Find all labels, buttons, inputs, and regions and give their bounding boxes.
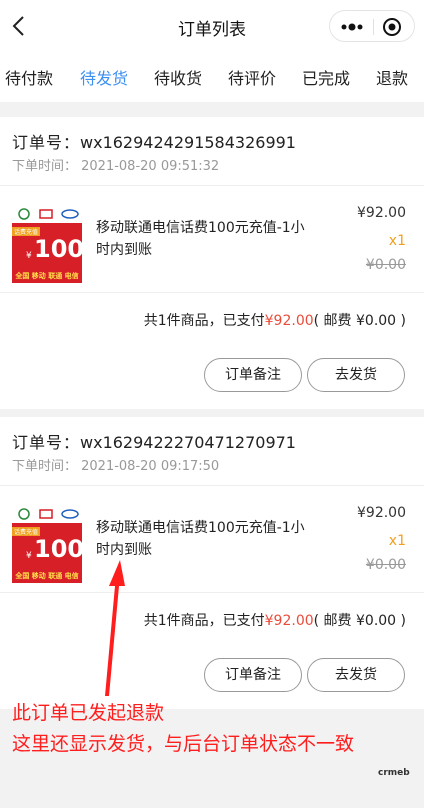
order-time: 下单时间： 2021-08-20 09:51:32 <box>12 159 220 174</box>
watermark-logo: crmeb <box>378 768 410 778</box>
close-target-icon[interactable] <box>382 17 402 37</box>
tab-completed[interactable]: 已完成 <box>302 65 350 89</box>
original-price: ¥0.00 <box>365 257 406 273</box>
mini-program-capsule <box>329 10 415 42</box>
order-card: 订单号：wx1629424291584326991 下单时间： 2021-08-… <box>0 117 424 409</box>
goods-quantity: x1 <box>388 533 406 549</box>
divider <box>0 185 424 186</box>
order-status-tabs: 待付款 待发货 待收货 待评价 已完成 退款 <box>0 52 424 102</box>
more-dots-icon[interactable] <box>337 17 367 37</box>
divider <box>0 292 424 293</box>
goods-banner: 话费充值 ¥ 100 全国 移动 联通 电信 <box>12 223 84 283</box>
order-note-button[interactable]: 订单备注 <box>204 658 302 692</box>
tab-pending-shipment[interactable]: 待发货 <box>80 65 128 89</box>
tab-refund[interactable]: 退款 <box>376 65 408 89</box>
tab-pending-receipt[interactable]: 待收货 <box>154 65 202 89</box>
tab-pending-payment[interactable]: 待付款 <box>5 65 53 89</box>
tab-pending-review[interactable]: 待评价 <box>228 65 276 89</box>
divider <box>0 485 424 486</box>
annotation-arrow-icon <box>105 560 125 696</box>
order-number: 订单号：wx1629424291584326991 <box>12 133 296 152</box>
goods-banner: 话费充值 ¥ 100 全国 移动 联通 电信 <box>12 523 84 583</box>
order-summary: 共1件商品，已支付¥92.00( 邮费 ¥0.00 ) <box>143 613 406 629</box>
order-note-button[interactable]: 订单备注 <box>204 358 302 392</box>
goods-name[interactable]: 移动联通电信话费100元充值-1小时内到账 <box>96 517 306 561</box>
order-summary: 共1件商品，已支付¥92.00( 邮费 ¥0.00 ) <box>143 313 406 329</box>
goods-thumbnail[interactable]: 话费充值 ¥ 100 全国 移动 联通 电信 <box>12 205 84 291</box>
order-time: 下单时间： 2021-08-20 09:17:50 <box>12 459 220 474</box>
divider <box>0 592 424 593</box>
annotation-text: 此订单已发起退款 <box>12 702 165 724</box>
carrier-logos-icon <box>18 508 79 520</box>
goods-quantity: x1 <box>388 233 406 249</box>
ship-button[interactable]: 去发货 <box>307 658 405 692</box>
order-number: 订单号：wx1629422270471270971 <box>12 433 296 452</box>
capsule-divider <box>373 19 374 35</box>
nav-bar: 订单列表 <box>0 0 424 52</box>
carrier-logos-icon <box>18 208 79 220</box>
goods-price: ¥92.00 <box>357 205 406 221</box>
order-card: 订单号：wx1629422270471270971 下单时间： 2021-08-… <box>0 417 424 709</box>
goods-name[interactable]: 移动联通电信话费100元充值-1小时内到账 <box>96 217 306 261</box>
goods-thumbnail[interactable]: 话费充值 ¥ 100 全国 移动 联通 电信 <box>12 505 84 591</box>
annotation-text: 这里还显示发货，与后台订单状态不一致 <box>12 733 355 755</box>
goods-price: ¥92.00 <box>357 505 406 521</box>
original-price: ¥0.00 <box>365 557 406 573</box>
ship-button[interactable]: 去发货 <box>307 358 405 392</box>
